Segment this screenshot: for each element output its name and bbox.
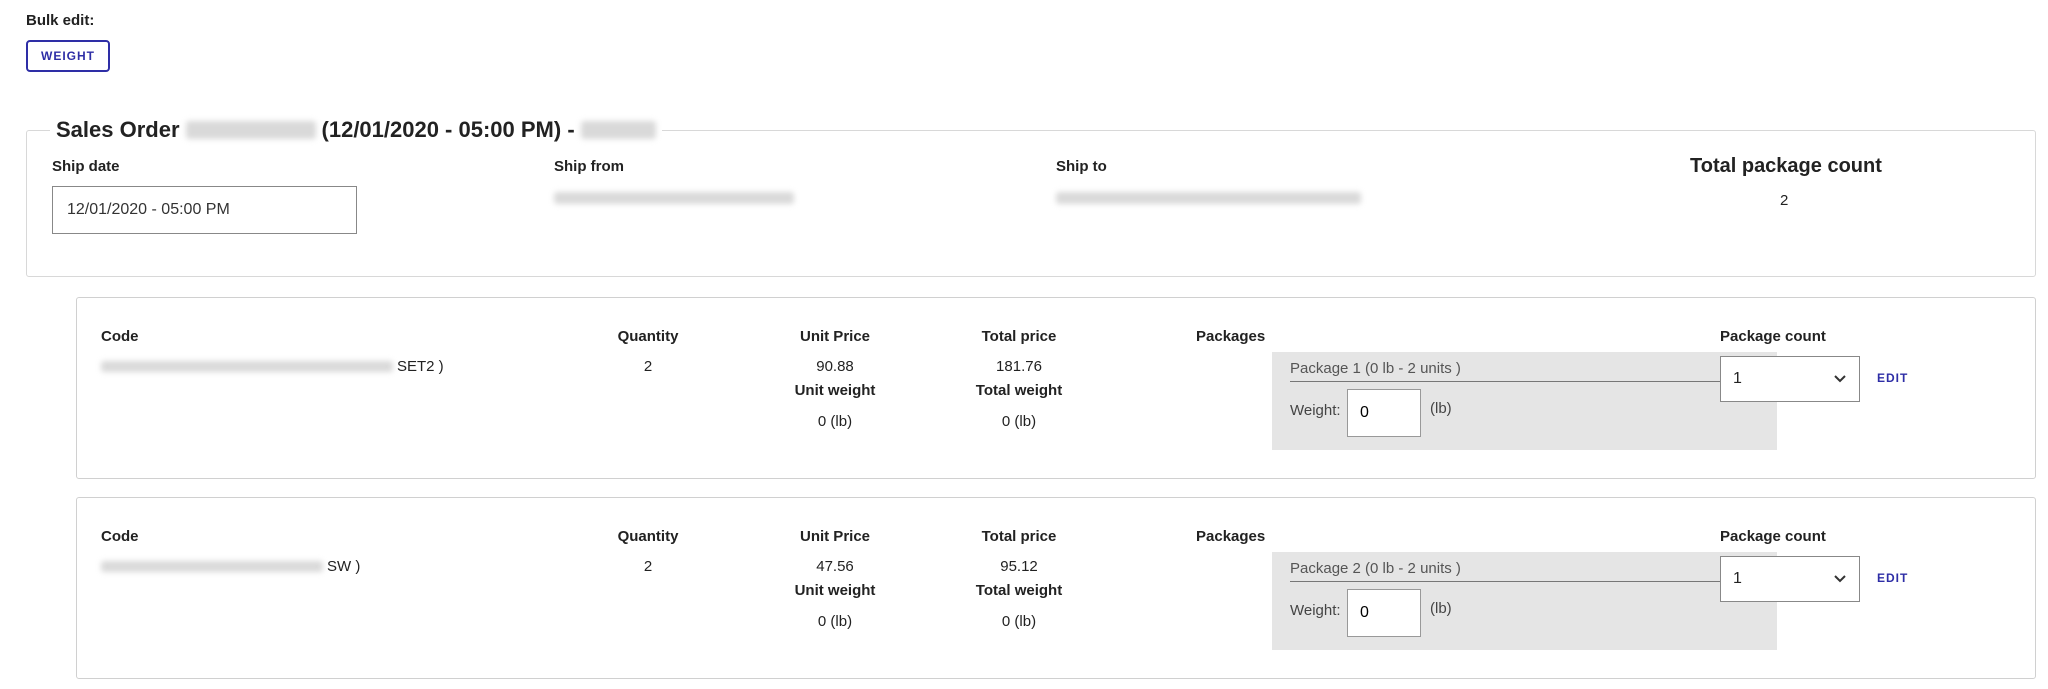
ship-to-label: Ship to [1056, 158, 1107, 175]
bulk-edit-label: Bulk edit: [26, 12, 95, 29]
total-weight-value: 0 (lb) [1001, 413, 1037, 430]
unit-price-value: 47.56 [816, 558, 854, 575]
package-weight-input[interactable] [1347, 389, 1421, 437]
unit-weight-value: 0 (lb) [817, 413, 853, 430]
package-weight-label: Weight: [1290, 602, 1341, 619]
unit-weight-label: Unit weight [794, 582, 876, 599]
total-weight-label: Total weight [975, 382, 1063, 399]
package-weight-unit: (lb) [1430, 400, 1452, 417]
total-package-count-value: 2 [1780, 192, 1789, 209]
total-weight-value: 0 (lb) [1001, 613, 1037, 630]
code-label: Code [101, 328, 139, 345]
code-suffix: SET2 ) [397, 358, 444, 375]
unit-price-value: 90.88 [816, 358, 854, 375]
unit-price-label: Unit Price [799, 328, 871, 345]
package-panel: Package 1 (0 lb - 2 units ) Weight: (lb) [1272, 352, 1777, 450]
total-price-value: 95.12 [1000, 558, 1038, 575]
unit-price-label: Unit Price [799, 528, 871, 545]
package-panel: Package 2 (0 lb - 2 units ) Weight: (lb) [1272, 552, 1777, 650]
package-count-select[interactable]: 1 [1720, 356, 1860, 402]
redacted-channel-name [580, 121, 656, 139]
package-count-select[interactable]: 1 [1720, 556, 1860, 602]
line-item-card: Code SET2 ) Quantity 2 Unit Price 90.88 … [76, 297, 2036, 479]
total-package-count-label: Total package count [1690, 155, 1882, 177]
quantity-value: 2 [643, 558, 653, 575]
total-price-value: 181.76 [996, 358, 1042, 375]
total-weight-label: Total weight [975, 582, 1063, 599]
edit-package-link[interactable]: EDIT [1877, 371, 1908, 385]
ship-date-label: Ship date [52, 158, 120, 175]
sales-order-title-date: (12/01/2020 - 05:00 PM) - [321, 117, 575, 142]
edit-package-link[interactable]: EDIT [1877, 571, 1908, 585]
package-count-value: 1 [1733, 370, 1742, 387]
quantity-value: 2 [643, 358, 653, 375]
redacted-ship-from-address [554, 192, 794, 204]
code-suffix: SW ) [327, 558, 361, 575]
chevron-down-icon [1834, 575, 1846, 583]
line-item-card: Code SW ) Quantity 2 Unit Price 47.56 Un… [76, 497, 2036, 679]
quantity-label: Quantity [617, 528, 679, 545]
sales-order-title: Sales Order (12/01/2020 - 05:00 PM) - [50, 117, 662, 143]
code-label: Code [101, 528, 139, 545]
ship-from-label: Ship from [554, 158, 624, 175]
total-price-label: Total price [981, 528, 1057, 545]
packages-label: Packages [1196, 528, 1266, 545]
package-count-label: Package count [1720, 328, 1826, 345]
unit-weight-value: 0 (lb) [817, 613, 853, 630]
package-title: Package 2 (0 lb - 2 units ) [1290, 560, 1760, 582]
redacted-order-number [185, 121, 316, 139]
package-count-value: 1 [1733, 570, 1742, 587]
code-value: SW ) [101, 558, 360, 575]
code-value: SET2 ) [101, 358, 444, 375]
quantity-label: Quantity [617, 328, 679, 345]
package-title: Package 1 (0 lb - 2 units ) [1290, 360, 1760, 382]
redacted-product-code [101, 361, 393, 372]
bulk-weight-button[interactable]: WEIGHT [26, 40, 110, 72]
packages-label: Packages [1196, 328, 1266, 345]
redacted-ship-to-address [1056, 192, 1361, 204]
package-weight-input[interactable] [1347, 589, 1421, 637]
redacted-product-code [101, 561, 323, 572]
package-weight-unit: (lb) [1430, 600, 1452, 617]
package-count-label: Package count [1720, 528, 1826, 545]
total-price-label: Total price [981, 328, 1057, 345]
chevron-down-icon [1834, 375, 1846, 383]
ship-date-input[interactable] [52, 186, 357, 234]
package-weight-label: Weight: [1290, 402, 1341, 419]
sales-order-title-prefix: Sales Order [56, 117, 180, 142]
unit-weight-label: Unit weight [794, 382, 876, 399]
